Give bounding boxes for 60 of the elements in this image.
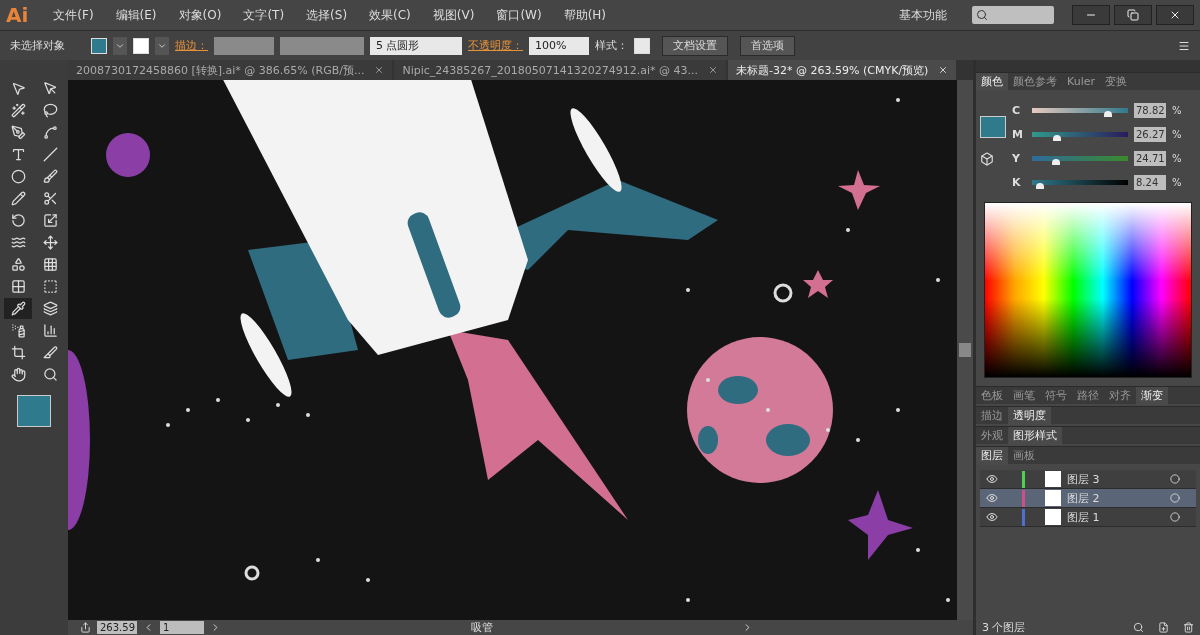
layer-count: 3 个图层 <box>982 619 1027 635</box>
panel-tab[interactable]: 路径 <box>1072 386 1104 405</box>
channel-label: M <box>1012 127 1024 141</box>
value-field[interactable]: 24.71 <box>1134 150 1166 166</box>
menu-item[interactable]: 窗口(W) <box>487 6 551 24</box>
layer-row[interactable]: 图层 1 <box>980 508 1196 527</box>
panel-tab[interactable]: 外观 <box>976 426 1008 445</box>
layer-name: 图层 2 <box>1067 490 1101 506</box>
channel-label: K <box>1012 175 1022 189</box>
panel-tab[interactable]: 符号 <box>1040 386 1072 405</box>
panel-tab[interactable]: 颜色 <box>976 72 1008 91</box>
menu-item[interactable]: 视图(V) <box>423 6 484 24</box>
toolbar-button[interactable]: 文档设置 <box>662 35 728 56</box>
percent-label: % <box>1172 152 1182 164</box>
panel-tab[interactable]: Kuler <box>1062 72 1100 91</box>
panel-tab[interactable]: 图形样式 <box>1008 426 1062 445</box>
menu-item[interactable]: 文件(F) <box>44 6 103 24</box>
layer-row[interactable]: 图层 3 <box>980 470 1196 489</box>
selection-status: 未选择对象 <box>10 38 65 53</box>
zoom-field[interactable]: 263.59 <box>97 621 137 634</box>
stroke-label[interactable]: 描边： <box>175 38 208 53</box>
document-tab[interactable]: 2008730172458860 [转换].ai* @ 386.65% (RGB/预... <box>68 60 393 80</box>
workspace-switcher[interactable]: 基本功能 <box>890 6 956 24</box>
percent-label: % <box>1172 128 1182 140</box>
app-logo: Ai <box>6 3 29 27</box>
percent-label: % <box>1172 104 1182 116</box>
menu-item[interactable]: 文字(T) <box>234 6 294 24</box>
panel-tab[interactable]: 画板 <box>1008 446 1040 465</box>
channel-label: C <box>1012 103 1022 117</box>
opacity-field[interactable]: 100% <box>529 36 589 55</box>
panel-tab[interactable]: 色板 <box>976 386 1008 405</box>
menu-item[interactable]: 效果(C) <box>360 6 420 24</box>
value-field[interactable]: 8.24 <box>1134 174 1166 190</box>
panel-tab[interactable]: 描边 <box>976 406 1008 425</box>
menu-item[interactable]: 帮助(H) <box>554 6 615 24</box>
value-field[interactable]: 26.27 <box>1134 126 1166 142</box>
toolbar-button[interactable]: 首选项 <box>740 35 795 56</box>
current-tool-label: 吸管 <box>469 620 494 635</box>
percent-label: % <box>1172 176 1182 188</box>
panel-tab[interactable]: 透明度 <box>1008 406 1051 425</box>
menu-item[interactable]: 对象(O) <box>169 6 231 24</box>
menu-item[interactable]: 编辑(E) <box>106 6 166 24</box>
document-tab[interactable]: Nipic_24385267_20180507141320274912.ai* @ 43... <box>394 60 727 80</box>
panel-tab[interactable]: 画笔 <box>1008 386 1040 405</box>
layer-row[interactable]: 图层 2 <box>980 489 1196 508</box>
opacity-label[interactable]: 不透明度： <box>468 38 523 53</box>
panel-tab[interactable]: 对齐 <box>1104 386 1136 405</box>
panel-tab[interactable]: 变换 <box>1100 72 1132 91</box>
panel-tab[interactable]: 图层 <box>976 446 1008 465</box>
layer-name: 图层 1 <box>1067 509 1101 525</box>
layer-name: 图层 3 <box>1067 471 1101 487</box>
panel-tab[interactable]: 颜色参考 <box>1008 72 1062 91</box>
document-tab[interactable]: 未标题-32* @ 263.59% (CMYK/预览) <box>728 60 957 80</box>
artboard-field[interactable]: 1 <box>160 621 204 634</box>
panel-tab[interactable]: 渐变 <box>1136 386 1168 405</box>
menu-item[interactable]: 选择(S) <box>297 6 357 24</box>
style-label: 样式： <box>595 38 628 53</box>
brush-field[interactable]: 5 点圆形 <box>370 36 462 55</box>
value-field[interactable]: 78.82 <box>1134 102 1166 118</box>
channel-label: Y <box>1012 151 1021 165</box>
